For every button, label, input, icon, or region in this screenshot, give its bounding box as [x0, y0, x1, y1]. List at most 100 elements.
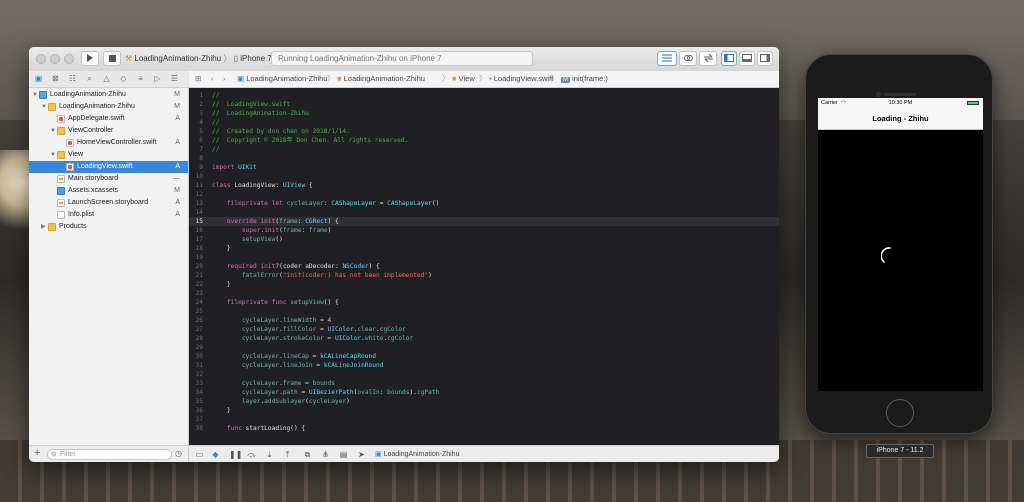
disclosure-open-icon[interactable]: ▼: [50, 149, 56, 161]
breadcrumb-group[interactable]: ■ LoadingAnimation-Zhihu: [337, 71, 425, 87]
filter-input[interactable]: ⊜ Filter: [47, 449, 172, 460]
simulator-device-label: iPhone 7 - 11.2: [866, 444, 934, 458]
code-line: 8: [189, 154, 779, 163]
source-editor[interactable]: 1 // 2 // LoadingView.swift 3 // LoadingAnima…: [189, 88, 779, 445]
breadcrumb-file[interactable]: ▪ LoadingView.swift: [489, 71, 553, 87]
breadcrumb-project[interactable]: ▣ LoadingAnimation-Zhihu: [237, 71, 328, 87]
pause-icon[interactable]: ❚❚: [229, 450, 242, 459]
code-line: 21 fatalError("init(coder:) has not been…: [189, 271, 779, 280]
folder-icon: [48, 223, 56, 231]
warning-icon[interactable]: △: [102, 74, 111, 83]
nav-item-file[interactable]: Info.plist A: [29, 209, 188, 221]
simulator-screen[interactable]: Carrier ◠ 10:30 PM Loading - Zhihu: [818, 98, 983, 391]
code-line: 26 cycleLayer.lineWidth = 4: [189, 316, 779, 325]
debug-target[interactable]: ▣ LoadingAnimation-Zhihu: [375, 446, 459, 462]
assistant-editor-button[interactable]: [679, 51, 697, 66]
recent-files-icon[interactable]: ◷: [175, 449, 182, 458]
code-line: 37: [189, 415, 779, 424]
version-editor-button[interactable]: [699, 51, 717, 66]
environment-override-icon[interactable]: ▤: [339, 450, 348, 459]
forward-icon[interactable]: ›: [223, 71, 226, 87]
code-line: 9 import UIKit: [189, 163, 779, 172]
minimize-window-button[interactable]: [50, 54, 60, 64]
disclosure-open-icon[interactable]: ▼: [50, 125, 56, 137]
hide-debug-area-icon[interactable]: ▭: [195, 450, 204, 459]
related-items-icon[interactable]: ⊞: [195, 71, 201, 87]
earpiece-speaker: [884, 93, 916, 96]
code-line: 15 override init(frame: CGRect) {: [189, 217, 779, 226]
disclosure-open-icon[interactable]: ▼: [41, 101, 47, 113]
xcode-window: ⚒ LoadingAnimation-Zhihu 〉 ▯ iPhone 7 Ru…: [29, 47, 779, 462]
swift-file-icon: [57, 115, 65, 123]
back-icon[interactable]: ‹: [211, 71, 214, 87]
jump-bar: ⊞ ‹ › ▣ LoadingAnimation-Zhihu 〉 ■ Loadi…: [189, 71, 779, 88]
standard-editor-button[interactable]: [657, 51, 677, 66]
nav-item-label: LoadingView.swift: [77, 163, 133, 170]
status-bar: Carrier ◠ 10:30 PM: [818, 98, 983, 108]
storyboard-icon: [57, 175, 65, 183]
nav-item-group[interactable]: ▼ LoadingAnimation-Zhihu M: [29, 101, 188, 113]
step-in-icon[interactable]: ⤓: [265, 450, 274, 459]
code-text: cycleLayer.lineJoin = kCALineJoinRound: [241, 362, 384, 369]
nav-item-file[interactable]: HomeViewController.swift A: [29, 137, 188, 149]
disclosure-open-icon[interactable]: ▼: [32, 89, 38, 101]
breadcrumb-folder[interactable]: ■ View: [452, 71, 475, 87]
folder-icon[interactable]: ▣: [34, 74, 43, 83]
code-text: fileprivate let cycleLayer: CAShapeLayer…: [226, 200, 440, 207]
code-line: 6 // Copyright © 2018年 Don Chen. All righ…: [189, 136, 779, 145]
nav-item-file[interactable]: Assets.xcassets M: [29, 185, 188, 197]
toggle-utilities-button[interactable]: [757, 51, 773, 66]
code-text: // LoadingAnimation-Zhihu: [212, 110, 309, 117]
nav-item-group[interactable]: ▶ Products: [29, 221, 188, 233]
step-out-icon[interactable]: ⤒: [283, 450, 292, 459]
source-control-icon[interactable]: ⊠: [51, 74, 60, 83]
test-icon[interactable]: ◇: [119, 74, 128, 83]
toggle-navigator-button[interactable]: [721, 51, 737, 66]
line-number: 35: [195, 398, 203, 405]
memory-graph-icon[interactable]: ⋔: [321, 450, 330, 459]
line-number: 5: [199, 128, 203, 135]
line-number: 7: [199, 146, 203, 153]
view-debugger-icon[interactable]: ⧉: [303, 450, 312, 459]
breadcrumb-method[interactable]: M init(frame:): [561, 71, 608, 88]
zoom-window-button[interactable]: [64, 54, 74, 64]
code-line: 29: [189, 343, 779, 352]
debug-icon[interactable]: ≡: [136, 74, 145, 83]
line-number: 37: [195, 416, 203, 423]
code-text: }: [212, 245, 231, 252]
stop-button[interactable]: [103, 51, 121, 66]
step-over-icon[interactable]: ⤼: [247, 450, 256, 459]
nav-item-file[interactable]: LaunchScreen.storyboard A: [29, 197, 188, 209]
disclosure-closed-icon[interactable]: ▶: [41, 221, 47, 233]
sidebar-right-icon: [760, 54, 770, 62]
symbol-icon[interactable]: ☷: [68, 74, 77, 83]
code-text: // Created by don chen on 2018/1/14.: [212, 128, 350, 135]
location-icon[interactable]: ➤: [357, 450, 366, 459]
breakpoints-toggle-icon[interactable]: ◆: [211, 450, 220, 459]
code-text: cycleLayer.lineCap = kCALineCapRound: [241, 353, 376, 360]
project-navigator: ▼ LoadingAnimation-Zhihu M ▼ LoadingAnim…: [29, 88, 189, 445]
scheme-selector[interactable]: ⚒ LoadingAnimation-Zhihu 〉 ▯ iPhone 7: [125, 51, 272, 66]
nav-item-file-selected[interactable]: LoadingView.swift A: [29, 161, 188, 173]
add-icon[interactable]: +: [34, 447, 40, 459]
line-number: 6: [199, 137, 203, 144]
report-icon[interactable]: ☰: [170, 74, 179, 83]
stop-icon: [108, 55, 116, 62]
nav-item-file[interactable]: Main.storyboard —: [29, 173, 188, 185]
iphone-simulator: Carrier ◠ 10:30 PM Loading - Zhihu: [805, 54, 993, 434]
code-line: 35 layer.addSublayer(cycleLayer): [189, 397, 779, 406]
line-number: 2: [199, 101, 203, 108]
home-button[interactable]: [886, 399, 914, 427]
breakpoint-icon[interactable]: ▷: [153, 74, 162, 83]
toggle-debug-area-button[interactable]: [739, 51, 755, 66]
nav-item-group[interactable]: ▼ View: [29, 149, 188, 161]
search-icon[interactable]: ⌕: [85, 74, 94, 83]
run-button[interactable]: [81, 51, 99, 66]
code-text: layer.addSublayer(cycleLayer): [241, 398, 350, 405]
nav-item-file[interactable]: AppDelegate.swift A: [29, 113, 188, 125]
code-line: 4 //: [189, 118, 779, 127]
nav-item-group[interactable]: ▼ ViewController: [29, 125, 188, 137]
nav-item-project[interactable]: ▼ LoadingAnimation-Zhihu M: [29, 89, 188, 101]
code-text: // Copyright © 2018年 Don Chen. All right…: [212, 137, 409, 144]
close-window-button[interactable]: [36, 54, 46, 64]
